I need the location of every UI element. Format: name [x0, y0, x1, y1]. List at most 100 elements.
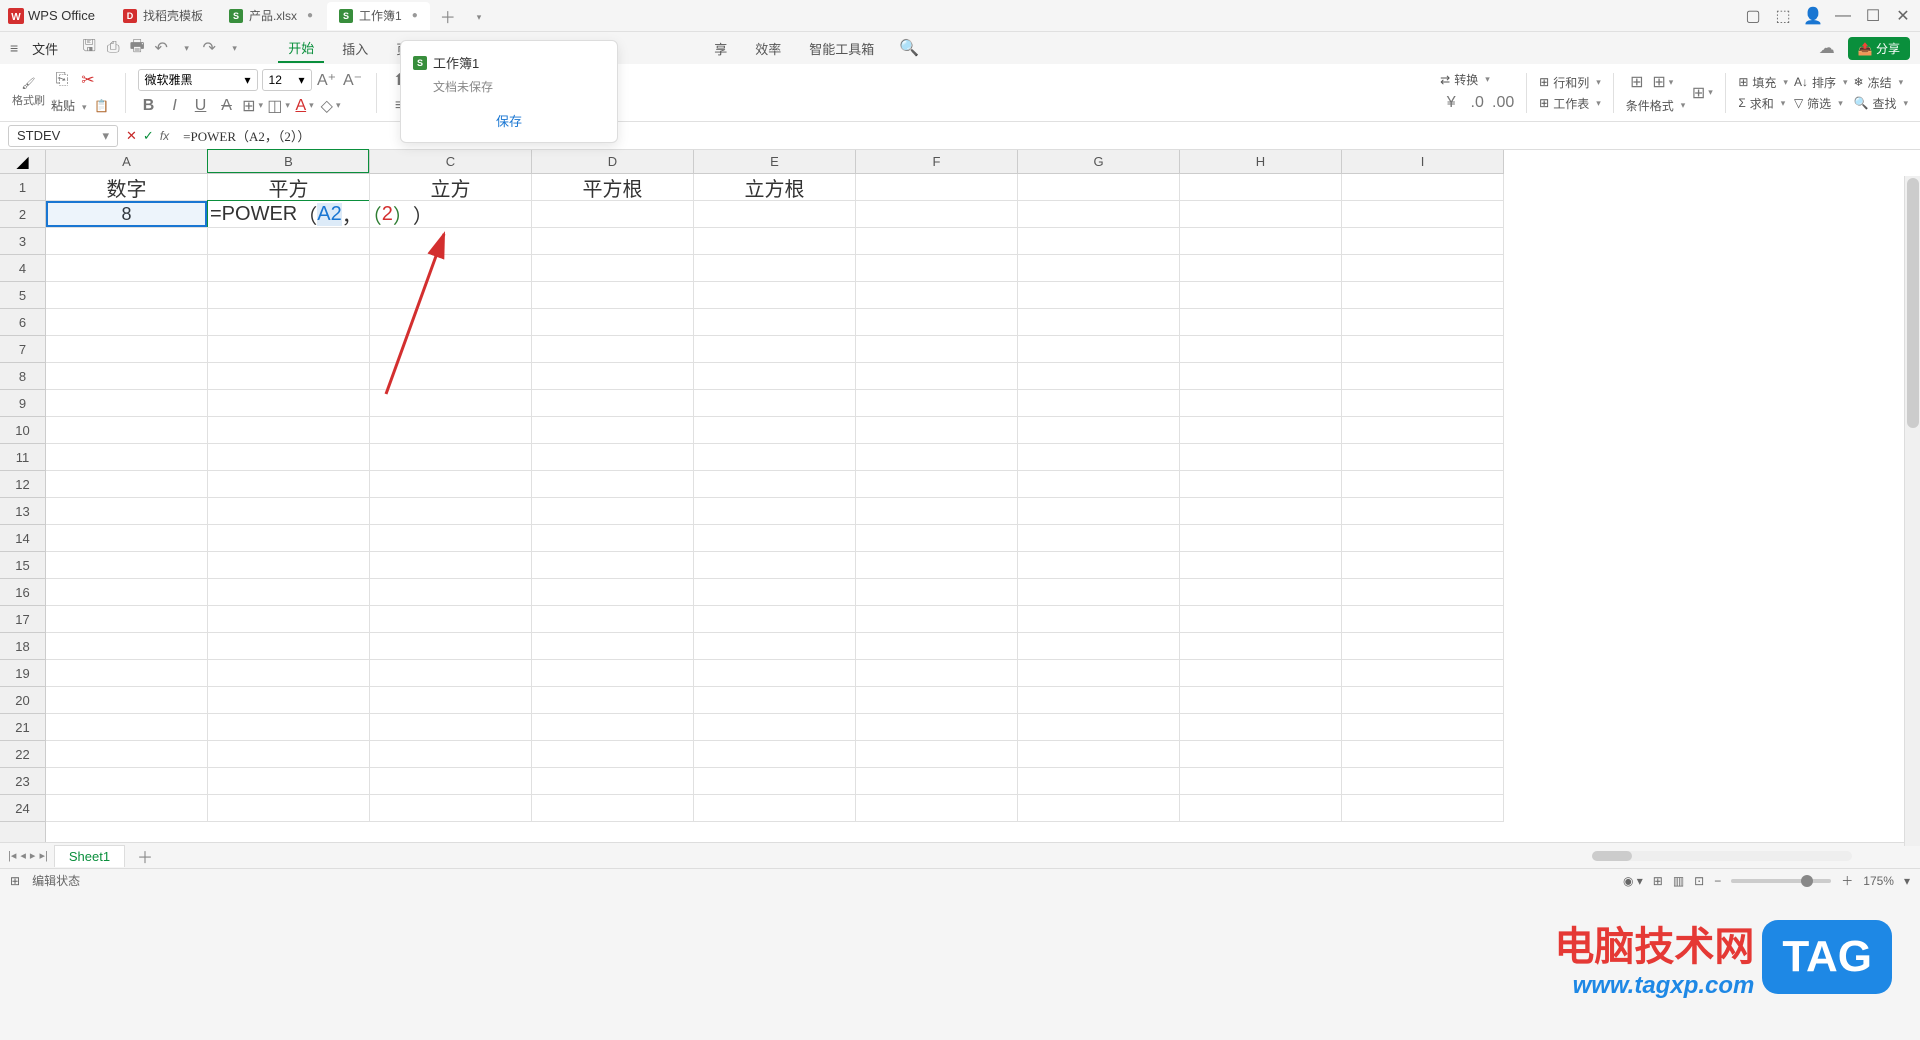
tab-product[interactable]: S 产品.xlsx ●: [217, 2, 325, 30]
cell-I23[interactable]: [1342, 768, 1504, 795]
select-all-corner[interactable]: ◢: [0, 150, 46, 174]
cell-D7[interactable]: [532, 336, 694, 363]
cell-G19[interactable]: [1018, 660, 1180, 687]
grid-icon[interactable]: ⊞: [10, 874, 20, 888]
cond-format-button[interactable]: 条件格式: [1626, 97, 1686, 114]
tab-list-dropdown[interactable]: [466, 3, 490, 29]
cell-I10[interactable]: [1342, 417, 1504, 444]
cell-G17[interactable]: [1018, 606, 1180, 633]
row-header-19[interactable]: 19: [0, 660, 45, 687]
cell-B15[interactable]: [208, 552, 370, 579]
cell-E18[interactable]: [694, 633, 856, 660]
cell-I11[interactable]: [1342, 444, 1504, 471]
cell-F12[interactable]: [856, 471, 1018, 498]
cell-F22[interactable]: [856, 741, 1018, 768]
rowcol-button[interactable]: ⊞ 行和列: [1539, 74, 1601, 91]
merge-icon[interactable]: ⊞: [1626, 71, 1648, 93]
panel-icon[interactable]: ▢: [1744, 7, 1762, 25]
cell-I15[interactable]: [1342, 552, 1504, 579]
cell-G14[interactable]: [1018, 525, 1180, 552]
cell-I22[interactable]: [1342, 741, 1504, 768]
font-color-icon[interactable]: A: [294, 95, 316, 117]
cell-G16[interactable]: [1018, 579, 1180, 606]
decrease-font-icon[interactable]: A⁻: [342, 69, 364, 91]
col-header-D[interactable]: D: [532, 150, 694, 173]
cell-H13[interactable]: [1180, 498, 1342, 525]
cell-C16[interactable]: [370, 579, 532, 606]
cell-I14[interactable]: [1342, 525, 1504, 552]
view-normal-icon[interactable]: ⊞: [1653, 874, 1663, 888]
bold-icon[interactable]: B: [138, 95, 160, 117]
zoom-value[interactable]: 175%: [1863, 874, 1894, 888]
cell-G4[interactable]: [1018, 255, 1180, 282]
cell-C9[interactable]: [370, 390, 532, 417]
cell-I1[interactable]: [1342, 174, 1504, 201]
zoom-slider[interactable]: [1731, 879, 1831, 883]
cell-D3[interactable]: [532, 228, 694, 255]
cell-G6[interactable]: [1018, 309, 1180, 336]
user-avatar-icon[interactable]: 👤: [1804, 7, 1822, 25]
sheet-next-icon[interactable]: ▸: [30, 849, 36, 862]
cell-F24[interactable]: [856, 795, 1018, 822]
cell-B9[interactable]: [208, 390, 370, 417]
view-break-icon[interactable]: ⊡: [1694, 874, 1704, 888]
cell-A2[interactable]: 8: [46, 201, 208, 228]
cell-A14[interactable]: [46, 525, 208, 552]
cell-E2[interactable]: [694, 201, 856, 228]
cell-F9[interactable]: [856, 390, 1018, 417]
cell-A15[interactable]: [46, 552, 208, 579]
cell-F20[interactable]: [856, 687, 1018, 714]
cell-C3[interactable]: [370, 228, 532, 255]
col-header-C[interactable]: C: [370, 150, 532, 173]
cell-D10[interactable]: [532, 417, 694, 444]
row-header-10[interactable]: 10: [0, 417, 45, 444]
cell-A22[interactable]: [46, 741, 208, 768]
cell-B24[interactable]: [208, 795, 370, 822]
vscroll-thumb[interactable]: [1907, 178, 1919, 428]
cell-E6[interactable]: [694, 309, 856, 336]
cell-C10[interactable]: [370, 417, 532, 444]
cell-B14[interactable]: [208, 525, 370, 552]
cell-H10[interactable]: [1180, 417, 1342, 444]
cell-D4[interactable]: [532, 255, 694, 282]
row-header-3[interactable]: 3: [0, 228, 45, 255]
strike-icon[interactable]: A: [216, 95, 238, 117]
cell-E1[interactable]: 立方根: [694, 174, 856, 201]
row-header-18[interactable]: 18: [0, 633, 45, 660]
cell-I18[interactable]: [1342, 633, 1504, 660]
row-header-9[interactable]: 9: [0, 390, 45, 417]
fill-color-icon[interactable]: ◇: [320, 95, 342, 117]
cell-E22[interactable]: [694, 741, 856, 768]
cell-D11[interactable]: [532, 444, 694, 471]
cell-I9[interactable]: [1342, 390, 1504, 417]
share-button[interactable]: 📤 分享: [1848, 37, 1910, 60]
cell-G22[interactable]: [1018, 741, 1180, 768]
ribbon-tab-share[interactable]: 享: [704, 35, 737, 62]
row-header-5[interactable]: 5: [0, 282, 45, 309]
cell-A19[interactable]: [46, 660, 208, 687]
cell-G18[interactable]: [1018, 633, 1180, 660]
table-style-icon[interactable]: ⊞: [1691, 82, 1713, 104]
cell-G13[interactable]: [1018, 498, 1180, 525]
cell-I16[interactable]: [1342, 579, 1504, 606]
row-header-22[interactable]: 22: [0, 741, 45, 768]
copy-icon[interactable]: ⎘: [51, 69, 73, 91]
cell-G2[interactable]: [1018, 201, 1180, 228]
cell-F11[interactable]: [856, 444, 1018, 471]
cell-D19[interactable]: [532, 660, 694, 687]
tab-template[interactable]: D 找稻壳模板: [111, 2, 215, 30]
cell-D13[interactable]: [532, 498, 694, 525]
col-header-H[interactable]: H: [1180, 150, 1342, 173]
sort-button[interactable]: A↓ 排序: [1794, 74, 1848, 91]
row-header-11[interactable]: 11: [0, 444, 45, 471]
cell-C12[interactable]: [370, 471, 532, 498]
cell-E9[interactable]: [694, 390, 856, 417]
cell-C19[interactable]: [370, 660, 532, 687]
cell-F7[interactable]: [856, 336, 1018, 363]
cell-A11[interactable]: [46, 444, 208, 471]
col-header-I[interactable]: I: [1342, 150, 1504, 173]
cell-G23[interactable]: [1018, 768, 1180, 795]
cell-B11[interactable]: [208, 444, 370, 471]
cell-B22[interactable]: [208, 741, 370, 768]
col-header-F[interactable]: F: [856, 150, 1018, 173]
